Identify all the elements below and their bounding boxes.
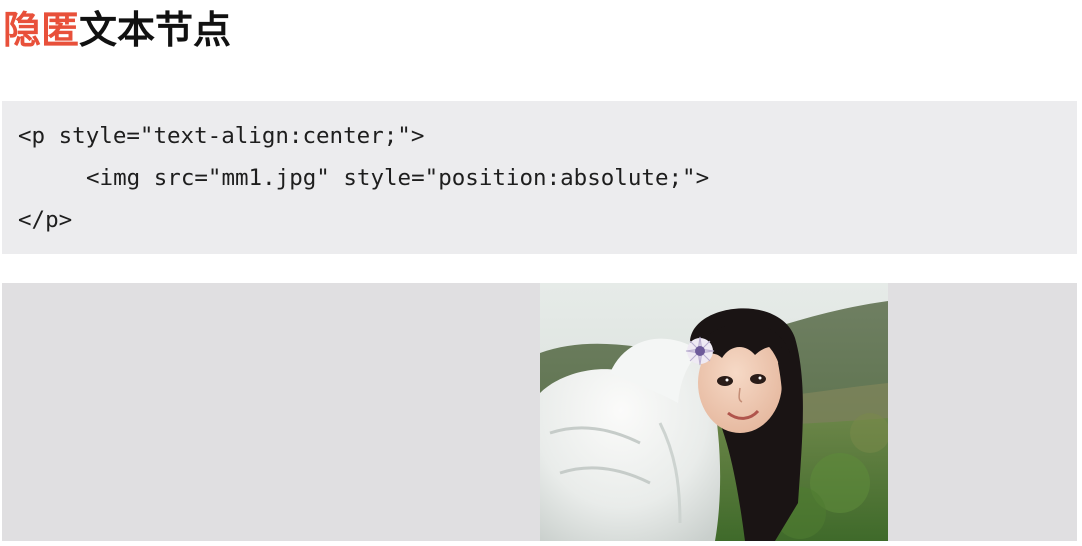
code-line-1: <p style="text-align:center;"> [18, 123, 425, 149]
code-line-3: </p> [18, 207, 73, 233]
title-rest: 文本节点 [79, 8, 232, 52]
demo-output-area [2, 283, 1077, 541]
code-block: <p style="text-align:center;"> <img src=… [2, 101, 1077, 254]
demo-photo [540, 283, 888, 541]
code-line-2: <img src="mm1.jpg" style="position:absol… [86, 165, 710, 191]
slide-title: 隐匿文本节点 [3, 4, 231, 56]
title-highlight: 隐匿 [3, 8, 80, 52]
